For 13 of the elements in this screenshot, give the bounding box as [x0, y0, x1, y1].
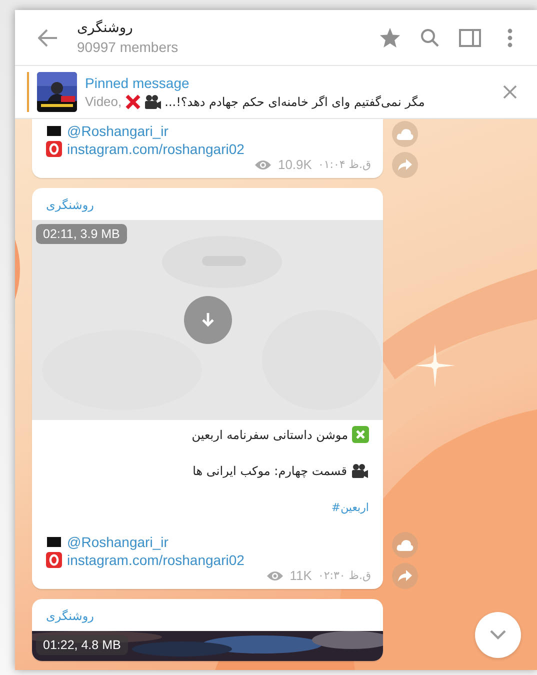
cross-icon: [124, 94, 141, 110]
star-icon: [379, 27, 401, 48]
search-icon: [420, 28, 440, 48]
close-icon: [503, 85, 517, 99]
pinned-type: Video,: [85, 94, 122, 109]
chat-title: روشنگری: [77, 20, 133, 36]
back-arrow-icon: [38, 28, 58, 46]
pinned-label: Pinned message: [85, 74, 190, 90]
member-count: 90997 members: [77, 39, 180, 55]
side-panel-icon: [459, 28, 481, 46]
pinned-text: مگر نمی‌گفتیم وای اگر خامنه‌ای حکم جهادم دهد؟!...: [164, 94, 425, 108]
more-icon: [507, 28, 513, 48]
camera-icon: [144, 94, 162, 110]
